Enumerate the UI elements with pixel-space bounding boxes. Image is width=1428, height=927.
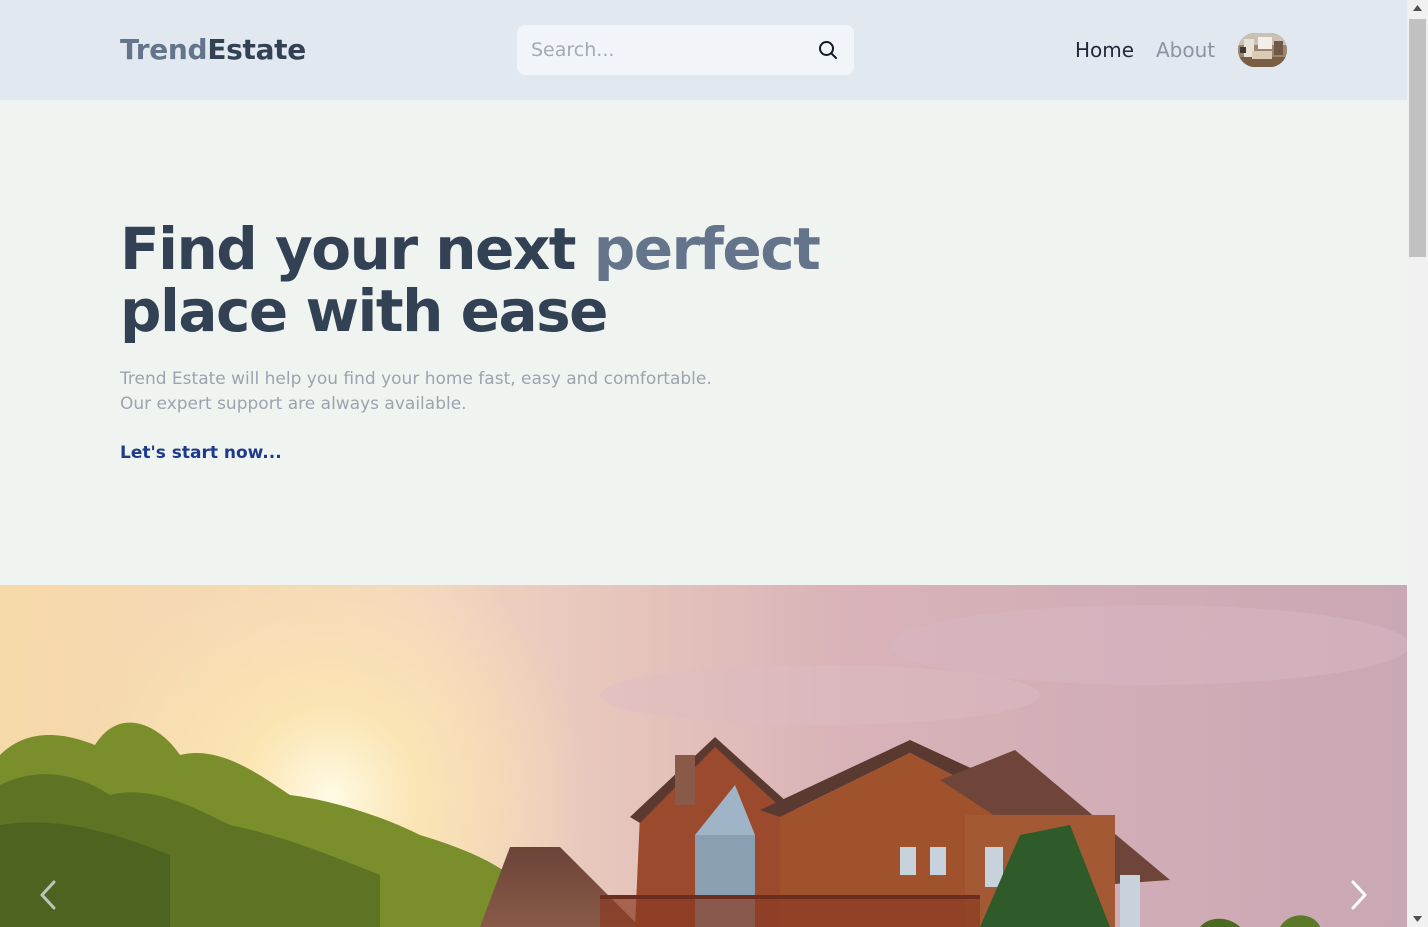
site-logo[interactable]: TrendEstate bbox=[120, 33, 306, 67]
nav-link-about[interactable]: About bbox=[1156, 37, 1215, 63]
house-at-sunset-image bbox=[0, 585, 1407, 927]
hero-title: Find your next perfect place with ease bbox=[120, 218, 880, 342]
logo-part-estate: Estate bbox=[207, 33, 306, 66]
logo-part-trend: Trend bbox=[120, 33, 208, 66]
hero-subtitle-line1: Trend Estate will help you find your hom… bbox=[120, 369, 712, 389]
scroll-up-arrow-icon[interactable] bbox=[1407, 0, 1428, 17]
vertical-scrollbar[interactable] bbox=[1407, 0, 1428, 927]
hero-subtitle-line2: Our expert support are always available. bbox=[120, 394, 467, 414]
hero-title-start: Find your next bbox=[120, 215, 594, 283]
page: TrendEstate Home About bbox=[0, 0, 1407, 927]
scrollbar-thumb[interactable] bbox=[1409, 19, 1426, 257]
profile-avatar[interactable] bbox=[1238, 33, 1287, 67]
top-header: TrendEstate Home About bbox=[0, 0, 1407, 100]
search-icon[interactable] bbox=[818, 40, 838, 60]
search-input[interactable] bbox=[531, 25, 811, 75]
search-bar bbox=[517, 25, 854, 75]
hero-title-accent: perfect bbox=[593, 215, 821, 283]
scroll-down-arrow-icon[interactable] bbox=[1407, 910, 1428, 927]
chevron-left-icon[interactable] bbox=[36, 878, 60, 912]
avatar-room-image bbox=[1238, 33, 1287, 67]
hero-title-end: place with ease bbox=[120, 277, 608, 345]
chevron-right-icon[interactable] bbox=[1347, 878, 1371, 912]
start-now-link[interactable]: Let's start now... bbox=[120, 441, 282, 465]
image-carousel bbox=[0, 585, 1407, 927]
nav-link-home[interactable]: Home bbox=[1075, 37, 1134, 63]
hero-subtitle: Trend Estate will help you find your hom… bbox=[120, 367, 740, 417]
